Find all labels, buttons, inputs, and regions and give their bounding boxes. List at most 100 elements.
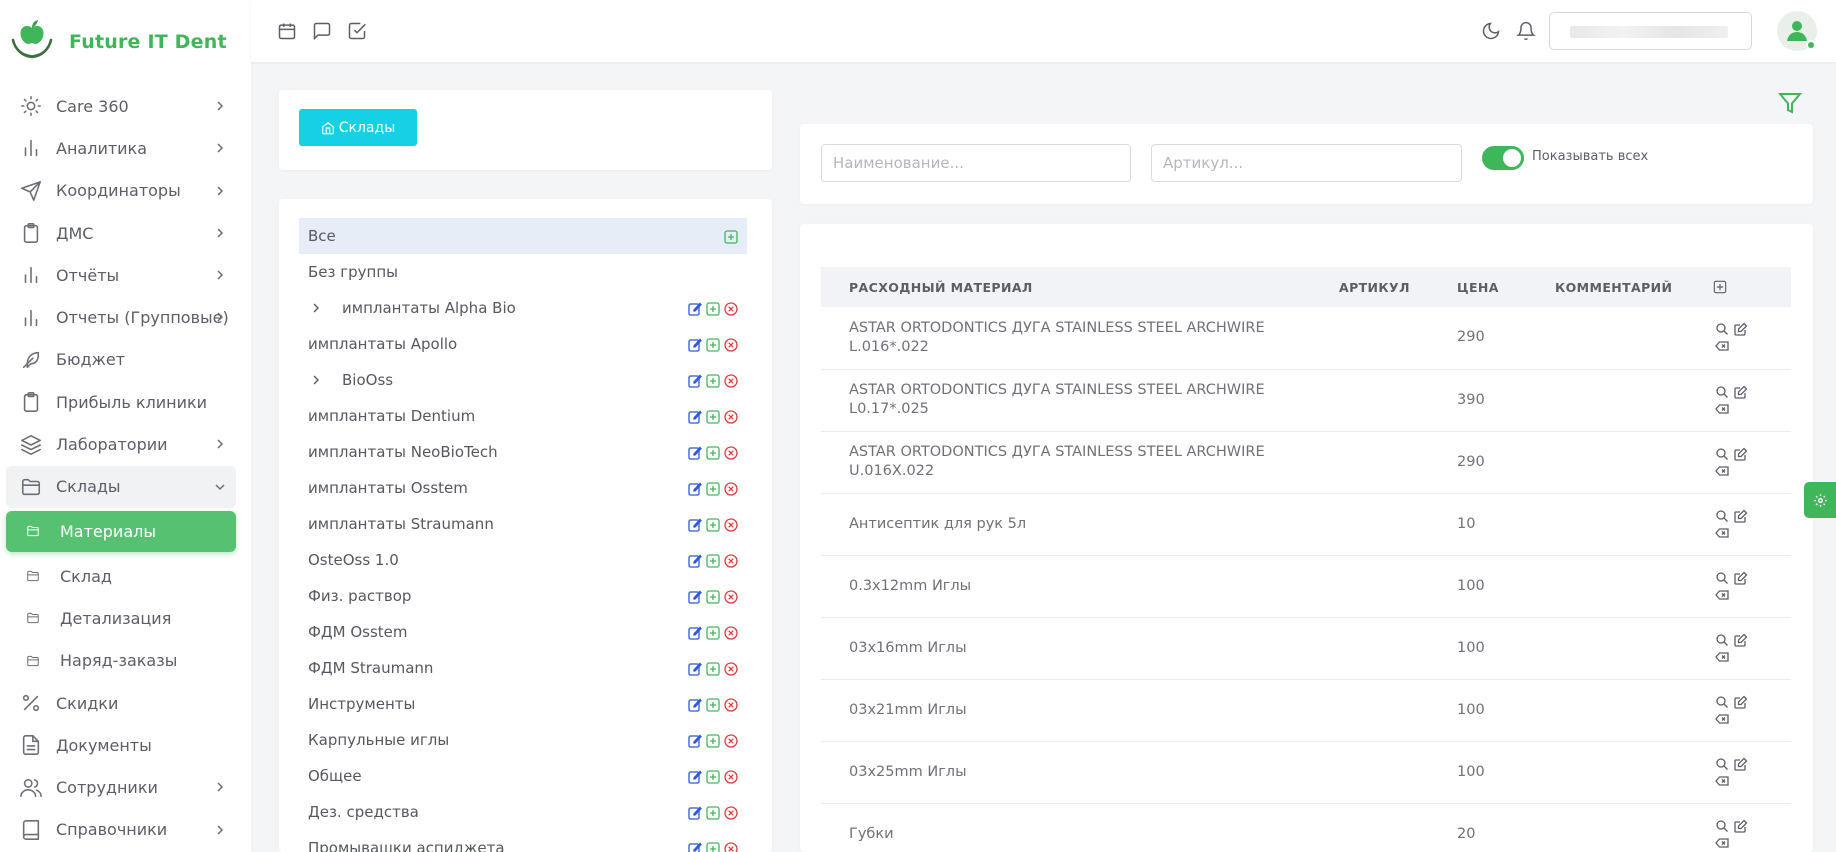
sidebar-item-3[interactable]: ДМС [6,212,236,254]
table-row[interactable]: ASTAR ORTODONTICS ДУГА STAINLESS STEEL A… [821,369,1791,432]
add-icon[interactable] [706,302,720,316]
sidebar-item-2[interactable]: Координаторы [6,170,236,212]
app-logo[interactable]: Future IT Dent [9,16,227,62]
edit-icon[interactable] [688,446,702,460]
edit-icon[interactable] [1734,509,1748,523]
article-search-input[interactable]: Артикул... [1151,144,1462,182]
add-icon[interactable] [706,626,720,640]
delete-icon[interactable] [1715,712,1729,726]
add-icon[interactable] [706,662,720,676]
group-item[interactable]: Карпульные иглы [299,722,747,758]
sidebar-item-16[interactable]: Сотрудники [6,766,236,808]
delete-icon[interactable] [724,482,738,496]
delete-icon[interactable] [1715,836,1729,850]
sidebar-item-12[interactable]: Детализация [6,597,236,639]
delete-icon[interactable] [724,590,738,604]
delete-icon[interactable] [724,554,738,568]
view-icon[interactable] [1715,509,1729,523]
edit-icon[interactable] [688,590,702,604]
edit-icon[interactable] [688,770,702,784]
group-item[interactable]: ФДМ Straumann [299,650,747,686]
add-square-icon[interactable] [1713,280,1727,294]
edit-icon[interactable] [688,374,702,388]
edit-icon[interactable] [1734,633,1748,647]
group-item[interactable]: имплантаты Osstem [299,470,747,506]
group-item[interactable]: Все [299,218,747,254]
group-item[interactable]: Дез. средства [299,794,747,830]
edit-icon[interactable] [1734,385,1748,399]
sidebar-item-0[interactable]: Care 360 [6,85,236,127]
table-row[interactable]: Губки 20 [821,803,1791,852]
delete-icon[interactable] [724,662,738,676]
delete-icon[interactable] [724,770,738,784]
edit-icon[interactable] [1734,757,1748,771]
col-material[interactable]: РАСХОДНЫЙ МАТЕРИАЛ [821,267,1311,307]
view-icon[interactable] [1715,385,1729,399]
delete-icon[interactable] [724,518,738,532]
delete-icon[interactable] [724,302,738,316]
delete-icon[interactable] [724,842,738,852]
delete-icon[interactable] [724,698,738,712]
edit-icon[interactable] [688,410,702,424]
bell-icon[interactable] [1516,21,1536,41]
check-square-icon[interactable] [347,21,367,41]
view-icon[interactable] [1715,571,1729,585]
delete-icon[interactable] [1715,339,1729,353]
edit-icon[interactable] [688,482,702,496]
group-item[interactable]: BioOss [299,362,747,398]
sidebar-item-14[interactable]: Скидки [6,682,236,724]
table-row[interactable]: ASTAR ORTODONTICS ДУГА STAINLESS STEEL A… [821,307,1791,370]
delete-icon[interactable] [1715,588,1729,602]
sidebar-item-11[interactable]: Склад [6,555,236,597]
table-row[interactable]: 0.3x12mm Иглы 100 [821,555,1791,618]
sidebar-item-15[interactable]: Документы [6,724,236,766]
edit-icon[interactable] [688,554,702,568]
col-comment[interactable]: КОММЕНТАРИЙ [1527,267,1695,307]
avatar[interactable] [1777,11,1817,51]
delete-icon[interactable] [724,734,738,748]
add-icon[interactable] [706,554,720,568]
edit-icon[interactable] [688,338,702,352]
group-item[interactable]: имплантаты Apollo [299,326,747,362]
edit-icon[interactable] [688,518,702,532]
table-row[interactable]: Антисептик для рук 5л 10 [821,493,1791,556]
view-icon[interactable] [1715,322,1729,336]
col-price[interactable]: ЦЕНА [1431,267,1527,307]
add-icon[interactable] [706,806,720,820]
table-row[interactable]: 03x16mm Иглы 100 [821,617,1791,680]
group-item[interactable]: Без группы [299,254,747,290]
warehouses-button[interactable]: Склады [299,109,417,146]
add-icon[interactable] [706,734,720,748]
edit-icon[interactable] [1734,819,1748,833]
edit-icon[interactable] [688,842,702,852]
filter-icon[interactable] [1778,91,1802,115]
group-item[interactable]: имплантаты Dentium [299,398,747,434]
group-item[interactable]: ФДМ Osstem [299,614,747,650]
add-icon[interactable] [706,410,720,424]
edit-icon[interactable] [688,698,702,712]
add-icon[interactable] [706,338,720,352]
add-icon[interactable] [706,770,720,784]
group-item[interactable]: Промывашки аспиджета [299,830,747,852]
clinic-select[interactable] [1549,12,1752,50]
add-icon[interactable] [706,482,720,496]
group-item[interactable]: Физ. раствор [299,578,747,614]
message-icon[interactable] [312,21,332,41]
customizer-tab[interactable] [1804,482,1836,518]
delete-icon[interactable] [724,374,738,388]
edit-icon[interactable] [1734,322,1748,336]
view-icon[interactable] [1715,695,1729,709]
sidebar-item-10[interactable]: Материалы [6,510,236,552]
edit-icon[interactable] [1734,447,1748,461]
col-article[interactable]: АРТИКУЛ [1311,267,1431,307]
delete-icon[interactable] [724,626,738,640]
view-icon[interactable] [1715,633,1729,647]
calendar-icon[interactable] [277,21,297,41]
group-item[interactable]: имплантаты NeoBioTech [299,434,747,470]
edit-icon[interactable] [1734,695,1748,709]
delete-icon[interactable] [1715,774,1729,788]
view-icon[interactable] [1715,447,1729,461]
add-icon[interactable] [706,446,720,460]
add-icon[interactable] [706,590,720,604]
table-row[interactable]: 03x21mm Иглы 100 [821,679,1791,742]
